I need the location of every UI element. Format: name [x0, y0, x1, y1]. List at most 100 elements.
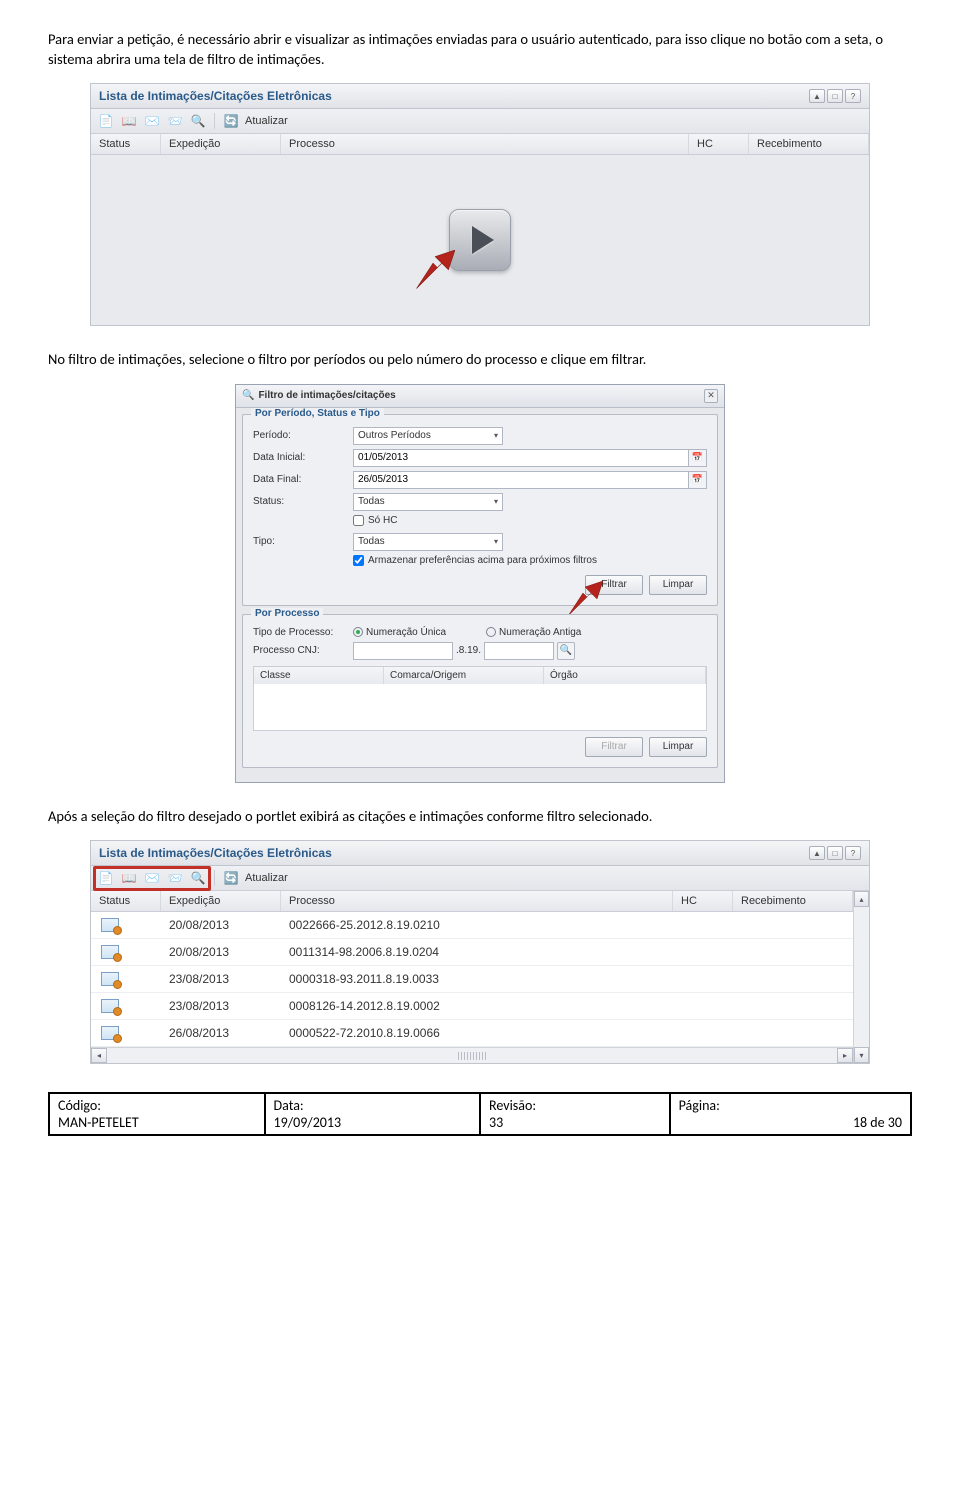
col-orgao[interactable]: Órgão: [544, 667, 706, 684]
table-row[interactable]: 23/08/20130008126-14.2012.8.19.0002: [91, 993, 853, 1020]
footer-revisao-value: 33: [489, 1114, 661, 1131]
col-recebimento[interactable]: Recebimento: [749, 134, 869, 154]
processo-cnj-part1-input[interactable]: [353, 642, 453, 660]
horizontal-scrollbar[interactable]: ◂ ▸: [91, 1047, 853, 1063]
col-processo[interactable]: Processo: [281, 891, 673, 911]
maximize-icon[interactable]: □: [827, 89, 843, 103]
table-row[interactable]: 23/08/20130000318-93.2011.8.19.0033: [91, 966, 853, 993]
col-comarca[interactable]: Comarca/Origem: [384, 667, 544, 684]
refresh-icon[interactable]: 🔄: [222, 869, 240, 887]
search-icon[interactable]: 🔍: [557, 642, 575, 660]
hc-cell: [673, 973, 733, 985]
scroll-grip-icon[interactable]: [458, 1052, 486, 1060]
checkbox-armazenar-input[interactable]: [353, 555, 364, 566]
column-headers: Status Expedição Processo HC Recebimento: [91, 891, 853, 912]
select-status[interactable]: Todas▾: [353, 493, 503, 511]
recebimento-cell: [733, 946, 853, 958]
filter-icon[interactable]: 🔍: [189, 112, 207, 130]
footer-codigo-label: Código:: [58, 1097, 256, 1114]
help-icon[interactable]: ?: [845, 846, 861, 860]
scroll-left-icon[interactable]: ◂: [91, 1048, 107, 1063]
portlet-lista-intimacoes-populated: Lista de Intimações/Citações Eletrônicas…: [90, 840, 870, 1064]
collapse-up-icon[interactable]: ▲: [809, 89, 825, 103]
vertical-scrollbar[interactable]: ▴ ▾: [853, 891, 869, 1063]
col-status[interactable]: Status: [91, 134, 161, 154]
label-status: Status:: [253, 496, 353, 507]
col-expedicao[interactable]: Expedição: [161, 891, 281, 911]
dialog-header: 🔍Filtro de intimações/citações ✕: [236, 385, 724, 408]
help-icon[interactable]: ?: [845, 89, 861, 103]
table-row[interactable]: 26/08/20130000522-72.2010.8.19.0066: [91, 1020, 853, 1047]
label-tipo-processo: Tipo de Processo:: [253, 627, 353, 638]
chevron-down-icon: ▾: [494, 497, 498, 506]
col-expedicao[interactable]: Expedição: [161, 134, 281, 154]
checkbox-armazenar[interactable]: Armazenar preferências acima para próxim…: [353, 555, 597, 566]
date-final-input[interactable]: [353, 471, 689, 489]
radio-numeracao-antiga[interactable]: Numeração Antiga: [486, 627, 581, 638]
envelope-flag-icon: [101, 1026, 119, 1040]
processo-cnj-part2-input[interactable]: [484, 642, 554, 660]
portlet-title: Lista de Intimações/Citações Eletrônicas: [99, 846, 332, 860]
footer-data-label: Data:: [274, 1097, 472, 1114]
col-recebimento[interactable]: Recebimento: [733, 891, 853, 911]
mail-export-icon[interactable]: 📨: [166, 112, 184, 130]
intro-paragraph-2: No filtro de intimações, selecione o fil…: [48, 350, 912, 370]
page-footer-table: Código:MAN-PETELET Data:19/09/2013 Revis…: [48, 1092, 912, 1136]
col-processo[interactable]: Processo: [281, 134, 689, 154]
date-inicial[interactable]: 📅: [353, 449, 707, 467]
close-icon[interactable]: ✕: [704, 389, 718, 403]
table-row[interactable]: 20/08/20130022666-25.2012.8.19.0210: [91, 912, 853, 939]
limpar-processo-button[interactable]: Limpar: [649, 737, 707, 757]
refresh-label[interactable]: Atualizar: [245, 115, 288, 127]
label-processo-cnj: Processo CNJ:: [253, 645, 353, 656]
hc-cell: [673, 1027, 733, 1039]
processo-table: Classe Comarca/Origem Órgão: [253, 666, 707, 731]
toolbar-separator: [214, 113, 215, 129]
scroll-up-icon[interactable]: ▴: [854, 891, 869, 907]
collapse-up-icon[interactable]: ▲: [809, 846, 825, 860]
processo-cell: 0008126-14.2012.8.19.0002: [281, 993, 673, 1019]
view-icon[interactable]: 📄: [97, 112, 115, 130]
date-final[interactable]: 📅: [353, 471, 707, 489]
scroll-down-icon[interactable]: ▾: [854, 1047, 869, 1063]
calendar-icon[interactable]: 📅: [689, 471, 707, 489]
col-hc[interactable]: HC: [673, 891, 733, 911]
col-status[interactable]: Status: [91, 891, 161, 911]
refresh-label[interactable]: Atualizar: [245, 872, 288, 884]
intro-paragraph-3: Após a seleção do filtro desejado o port…: [48, 807, 912, 827]
expedicao-cell: 23/08/2013: [161, 993, 281, 1019]
col-classe[interactable]: Classe: [254, 667, 384, 684]
filter-title-icon: 🔍: [242, 390, 254, 401]
recebimento-cell: [733, 919, 853, 931]
filtrar-processo-button[interactable]: Filtrar: [585, 737, 643, 757]
portlet-lista-intimacoes: Lista de Intimações/Citações Eletrônicas…: [90, 83, 870, 326]
expedicao-cell: 26/08/2013: [161, 1020, 281, 1046]
maximize-icon[interactable]: □: [827, 846, 843, 860]
toolbar-separator: [214, 870, 215, 886]
portlet-header: Lista de Intimações/Citações Eletrônicas…: [91, 841, 869, 866]
calendar-icon[interactable]: 📅: [689, 449, 707, 467]
recebimento-cell: [733, 1000, 853, 1012]
refresh-icon[interactable]: 🔄: [222, 112, 240, 130]
status-cell: [91, 939, 161, 965]
limpar-button[interactable]: Limpar: [649, 575, 707, 595]
label-tipo: Tipo:: [253, 536, 353, 547]
fieldset-processo: Por Processo Tipo de Processo: Numeração…: [242, 614, 718, 768]
select-periodo[interactable]: Outros Períodos▾: [353, 427, 503, 445]
screenshot-filter-dialog: 🔍Filtro de intimações/citações ✕ Por Per…: [48, 384, 912, 783]
checkbox-so-hc-input[interactable]: [353, 515, 364, 526]
radio-numeracao-unica[interactable]: Numeração Única: [353, 627, 446, 638]
date-inicial-input[interactable]: [353, 449, 689, 467]
scroll-right-icon[interactable]: ▸: [837, 1048, 853, 1063]
processo-cell: 0000318-93.2011.8.19.0033: [281, 966, 673, 992]
mail-add-icon[interactable]: ✉️: [143, 112, 161, 130]
table-row[interactable]: 20/08/20130011314-98.2006.8.19.0204: [91, 939, 853, 966]
screenshot-portlet-empty: Lista de Intimações/Citações Eletrônicas…: [48, 83, 912, 326]
open-icon[interactable]: 📖: [120, 112, 138, 130]
recebimento-cell: [733, 973, 853, 985]
checkbox-so-hc[interactable]: Só HC: [353, 515, 397, 526]
play-arrow-button[interactable]: [449, 209, 511, 271]
col-hc[interactable]: HC: [689, 134, 749, 154]
select-tipo[interactable]: Todas▾: [353, 533, 503, 551]
dialog-title: 🔍Filtro de intimações/citações: [242, 390, 396, 401]
